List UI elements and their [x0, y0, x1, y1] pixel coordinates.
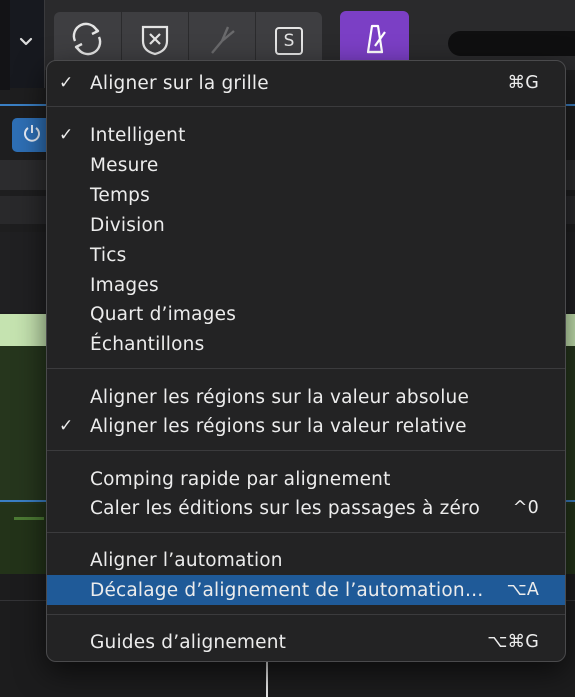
menu-item-label: Tics: [90, 245, 127, 266]
menu-item-ticks[interactable]: Tics: [47, 240, 565, 270]
menu-item-label: Images: [90, 275, 159, 296]
waveform-segment: [14, 517, 44, 520]
app-window: S ✓ Aligner sur la grille ⌘G ✓ Intellige…: [0, 0, 575, 697]
menu-item-label: Décalage d’alignement de l’automation…: [90, 580, 484, 601]
menu-item-label: Division: [90, 215, 165, 236]
menu-separator: [47, 106, 565, 107]
menu-item-shortcut: ⌥A: [506, 580, 539, 600]
menu-item-quarter-frames[interactable]: Quart d’images: [47, 299, 565, 329]
chevron-down-icon: [19, 33, 33, 51]
menu-item-shortcut: ⌥⌘G: [487, 632, 539, 652]
menu-item-label: Échantillons: [90, 334, 205, 355]
menu-item-automation-snap-offset[interactable]: Décalage d’alignement de l’automation… ⌥…: [47, 575, 565, 605]
menu-item-smart[interactable]: ✓ Intelligent: [47, 120, 565, 150]
master-volume-slider[interactable]: [448, 31, 575, 56]
checkmark-icon: ✓: [59, 125, 74, 145]
menu-item-label: Aligner sur la grille: [90, 73, 269, 94]
menu-item-label: Caler les éditions sur les passages à zé…: [90, 498, 480, 519]
metronome-icon: [358, 22, 392, 60]
menu-item-bar[interactable]: Mesure: [47, 150, 565, 180]
tuning-fork-icon: [204, 21, 240, 61]
menu-item-label: Quart d’images: [90, 304, 237, 325]
menu-item-shortcut: ^0: [512, 498, 539, 518]
menu-item-label: Mesure: [90, 155, 159, 176]
menu-item-frames[interactable]: Images: [47, 270, 565, 300]
menu-item-shortcut: ⌘G: [507, 73, 539, 93]
menu-item-label: Guides d’alignement: [90, 632, 287, 653]
menu-item-label: Comping rapide par alignement: [90, 469, 391, 490]
menu-separator: [47, 532, 565, 533]
snap-menu: ✓ Aligner sur la grille ⌘G ✓ Intelligent…: [46, 60, 566, 662]
menu-item-snap-to-grid[interactable]: ✓ Aligner sur la grille ⌘G: [47, 68, 565, 98]
menu-item-snap-absolute[interactable]: Aligner les régions sur la valeur absolu…: [47, 382, 565, 412]
cycle-icon: [67, 21, 107, 61]
solo-icon: S: [275, 27, 303, 55]
menu-separator: [47, 450, 565, 451]
menu-item-alignment-guides[interactable]: Guides d’alignement ⌥⌘G: [47, 627, 565, 657]
menu-item-snap-relative[interactable]: ✓ Aligner les régions sur la valeur rela…: [47, 411, 565, 441]
checkmark-icon: ✓: [59, 416, 74, 436]
menu-item-samples[interactable]: Échantillons: [47, 329, 565, 359]
power-icon: [22, 123, 42, 148]
view-menu-button[interactable]: [10, 0, 45, 88]
menu-item-label: Intelligent: [90, 125, 186, 146]
left-edge: [0, 0, 10, 90]
menu-item-label: Aligner l’automation: [90, 550, 283, 571]
menu-item-quick-swipe-comping[interactable]: Comping rapide par alignement: [47, 464, 565, 494]
menu-item-snap-zero-crossings[interactable]: Caler les éditions sur les passages à zé…: [47, 493, 565, 523]
menu-item-snap-automation[interactable]: Aligner l’automation: [47, 545, 565, 575]
menu-item-label: Aligner les régions sur la valeur relati…: [90, 416, 467, 437]
menu-separator: [47, 368, 565, 369]
checkmark-icon: ✓: [59, 73, 74, 93]
menu-item-beat[interactable]: Temps: [47, 180, 565, 210]
menu-item-division[interactable]: Division: [47, 210, 565, 240]
replace-icon: [137, 21, 173, 61]
menu-item-label: Aligner les régions sur la valeur absolu…: [90, 387, 470, 408]
menu-separator: [47, 614, 565, 615]
menu-item-label: Temps: [90, 185, 150, 206]
